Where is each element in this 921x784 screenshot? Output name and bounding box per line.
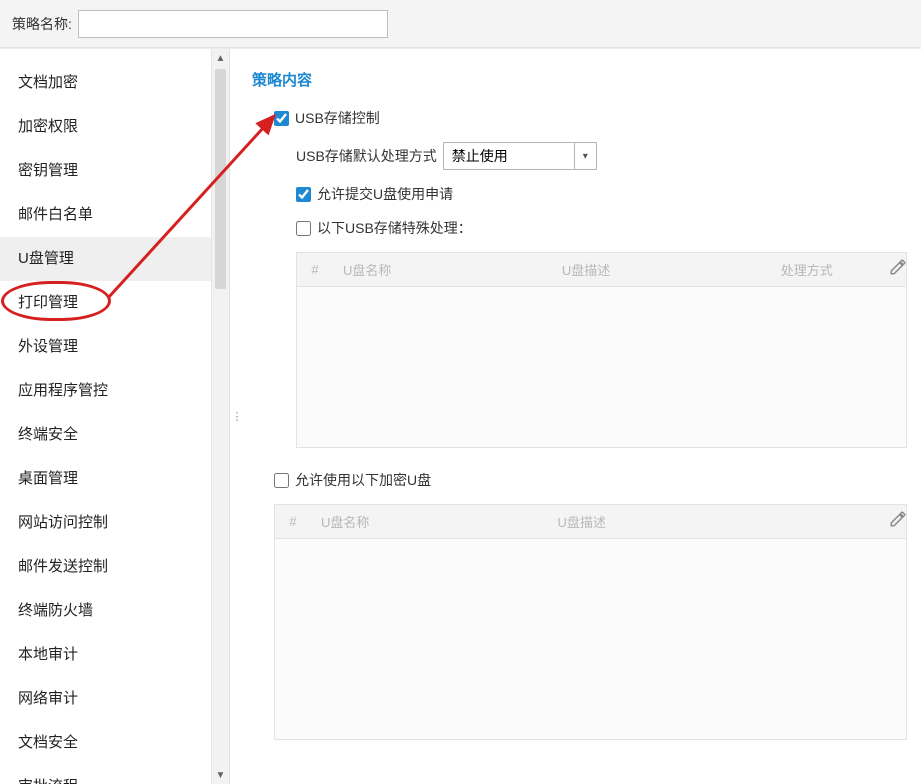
default-mode-label: USB存储默认处理方式 xyxy=(296,146,437,166)
col-name: U盘名称 xyxy=(333,260,552,279)
policy-name-label: 策略名称: xyxy=(12,14,72,34)
sidebar-item-2[interactable]: 密钥管理 xyxy=(0,149,211,193)
sidebar-item-5[interactable]: 打印管理 xyxy=(0,281,211,325)
col-idx: # xyxy=(275,514,311,529)
edit-enc-table-icon[interactable] xyxy=(889,510,911,532)
col-name: U盘名称 xyxy=(311,512,548,531)
sidebar-item-14[interactable]: 网络审计 xyxy=(0,677,211,721)
main-panel: 策略内容 USB存储控制 USB存储默认处理方式 禁止使用 ▾ 允许提交U盘使用… xyxy=(244,49,921,784)
allow-apply-label: 允许提交U盘使用申请 xyxy=(317,184,453,204)
splitter-handle[interactable]: ⋮ xyxy=(230,49,244,784)
col-desc: U盘描述 xyxy=(548,512,906,531)
enc-usb-table: # U盘名称 U盘描述 xyxy=(274,504,907,740)
sidebar-item-8[interactable]: 终端安全 xyxy=(0,413,211,457)
enc-usb-table-body xyxy=(275,539,906,739)
sidebar-item-15[interactable]: 文档安全 xyxy=(0,721,211,765)
allow-apply-checkbox[interactable] xyxy=(296,187,311,202)
usb-control-label: USB存储控制 xyxy=(295,108,380,128)
usb-control-checkbox[interactable] xyxy=(274,111,289,126)
sidebar-item-1[interactable]: 加密权限 xyxy=(0,105,211,149)
col-idx: # xyxy=(297,262,333,277)
special-list-checkbox[interactable] xyxy=(296,221,311,236)
scroll-up-icon[interactable]: ▲ xyxy=(212,49,229,67)
sidebar-item-6[interactable]: 外设管理 xyxy=(0,325,211,369)
sidebar-item-4[interactable]: U盘管理 xyxy=(0,237,211,281)
sidebar-item-7[interactable]: 应用程序管控 xyxy=(0,369,211,413)
sidebar-item-3[interactable]: 邮件白名单 xyxy=(0,193,211,237)
scroll-down-icon[interactable]: ▼ xyxy=(212,766,229,784)
chevron-down-icon[interactable]: ▾ xyxy=(575,142,597,170)
policy-name-input[interactable] xyxy=(78,10,388,38)
sidebar-scrollbar[interactable]: ▲ ▼ xyxy=(211,49,229,784)
col-mode: 处理方式 xyxy=(771,260,906,279)
edit-special-table-icon[interactable] xyxy=(889,258,911,280)
sidebar-item-12[interactable]: 终端防火墙 xyxy=(0,589,211,633)
sidebar-item-11[interactable]: 邮件发送控制 xyxy=(0,545,211,589)
sidebar-item-0[interactable]: 文档加密 xyxy=(0,61,211,105)
scroll-thumb[interactable] xyxy=(215,69,226,289)
col-desc: U盘描述 xyxy=(552,260,771,279)
enc-list-checkbox[interactable] xyxy=(274,473,289,488)
sidebar-item-16[interactable]: 审批流程 xyxy=(0,765,211,784)
sidebar-item-10[interactable]: 网站访问控制 xyxy=(0,501,211,545)
special-usb-table: # U盘名称 U盘描述 处理方式 xyxy=(296,252,907,448)
special-usb-table-body xyxy=(297,287,906,447)
top-bar: 策略名称: xyxy=(0,0,921,48)
sidebar-item-13[interactable]: 本地审计 xyxy=(0,633,211,677)
enc-list-label: 允许使用以下加密U盘 xyxy=(295,470,431,490)
default-mode-select[interactable]: 禁止使用 xyxy=(443,142,575,170)
sidebar: 文档加密加密权限密钥管理邮件白名单U盘管理打印管理外设管理应用程序管控终端安全桌… xyxy=(0,49,211,784)
sidebar-item-9[interactable]: 桌面管理 xyxy=(0,457,211,501)
section-title: 策略内容 xyxy=(252,69,907,90)
special-list-label: 以下USB存储特殊处理： xyxy=(317,218,472,238)
